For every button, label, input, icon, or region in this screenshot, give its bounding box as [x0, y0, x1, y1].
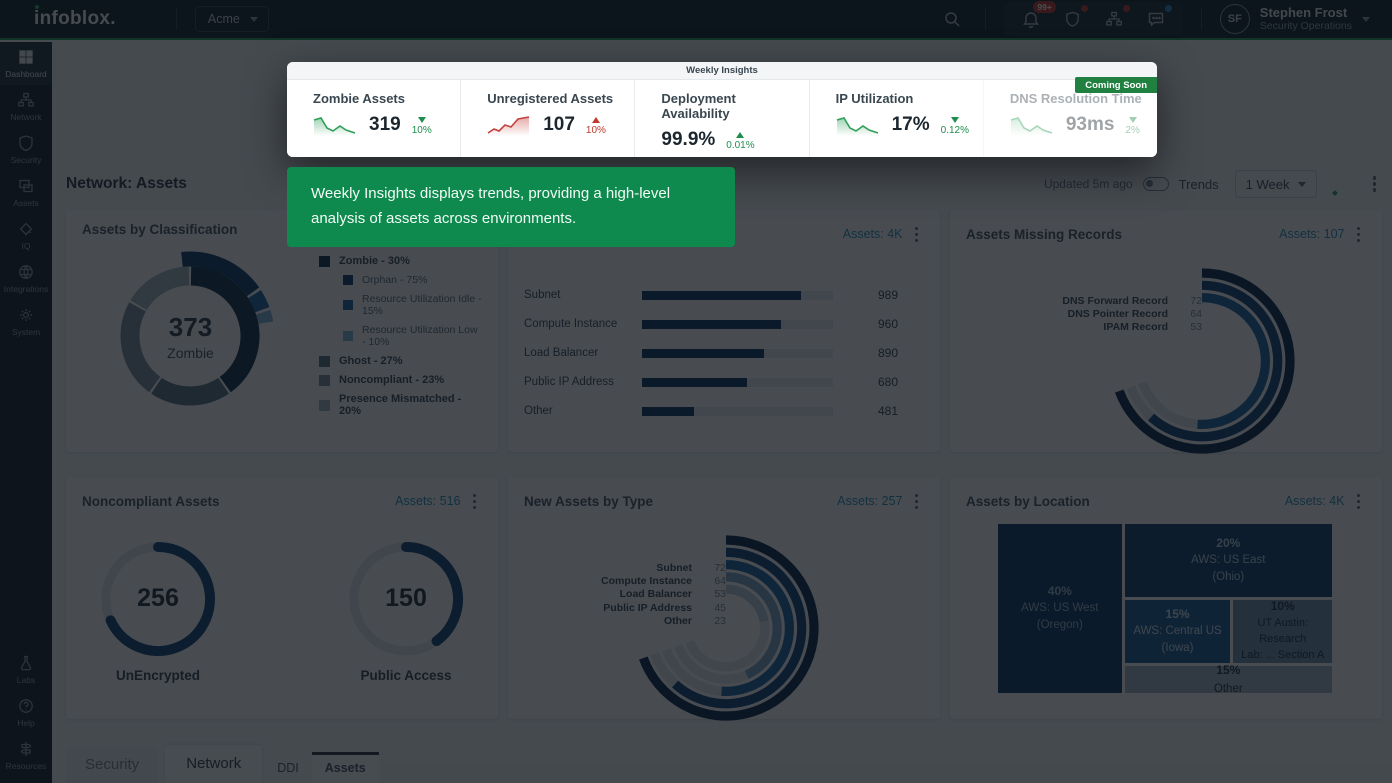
- metric-row: 107 10%: [487, 114, 626, 136]
- metric-row: 93ms 2%: [1010, 114, 1149, 136]
- app-root: infoblox. Acme 99+: [0, 0, 1392, 783]
- arrow-down-icon: [951, 117, 959, 123]
- metric-row: 319 10%: [313, 114, 452, 136]
- metric-value: 17%: [892, 114, 930, 136]
- insight-metric-ip-utilization: IP Utilization 17% 0.12%: [809, 80, 983, 157]
- insight-metric-unregistered-assets: Unregistered Assets 107 10%: [460, 80, 634, 157]
- arrow-down-icon: [418, 117, 426, 123]
- metric-delta-percent: 0.12%: [941, 125, 969, 136]
- metric-delta: 0.12%: [941, 117, 969, 136]
- metric-label: DNS Resolution Time: [1010, 91, 1149, 106]
- metric-label: Unregistered Assets: [487, 91, 626, 106]
- metric-delta: 0.01%: [726, 132, 754, 151]
- metric-value: 93ms: [1066, 114, 1115, 136]
- weekly-insights-title: Weekly Insights: [287, 62, 1157, 80]
- metric-label: IP Utilization: [836, 91, 975, 106]
- insight-metric-dns-resolution-time: DNS Resolution Time 93ms 2%: [983, 80, 1157, 157]
- trend-sparkline: [487, 114, 531, 136]
- trend-sparkline: [1010, 114, 1054, 136]
- weekly-insights-panel: Weekly Insights Coming Soon Zombie Asset…: [287, 62, 1157, 157]
- metric-value: 319: [369, 114, 401, 136]
- metric-delta-percent: 10%: [412, 125, 432, 136]
- metric-delta-percent: 10%: [586, 125, 606, 136]
- metric-value: 99.9%: [661, 129, 715, 151]
- metric-label: Zombie Assets: [313, 91, 452, 106]
- metric-delta: 2%: [1125, 117, 1139, 136]
- trend-sparkline: [313, 114, 357, 136]
- insight-metric-deployment-availability: Deployment Availability 99.9% 0.01%: [634, 80, 808, 157]
- arrow-down-icon: [1129, 117, 1137, 123]
- metric-delta-percent: 2%: [1125, 125, 1139, 136]
- metric-delta: 10%: [586, 117, 606, 136]
- metric-value: 107: [543, 114, 575, 136]
- weekly-insights-metrics: Zombie Assets 319 10% Unregistered Assets 10…: [287, 80, 1157, 157]
- arrow-up-icon: [592, 117, 600, 123]
- metric-row: 99.9% 0.01%: [661, 129, 800, 151]
- metric-delta-percent: 0.01%: [726, 140, 754, 151]
- arrow-up-icon: [736, 132, 744, 138]
- insight-metric-zombie-assets: Zombie Assets 319 10%: [287, 80, 460, 157]
- tour-tooltip: Weekly Insights displays trends, providi…: [287, 167, 735, 247]
- trend-sparkline: [836, 114, 880, 136]
- metric-row: 17% 0.12%: [836, 114, 975, 136]
- metric-delta: 10%: [412, 117, 432, 136]
- metric-label: Deployment Availability: [661, 91, 800, 121]
